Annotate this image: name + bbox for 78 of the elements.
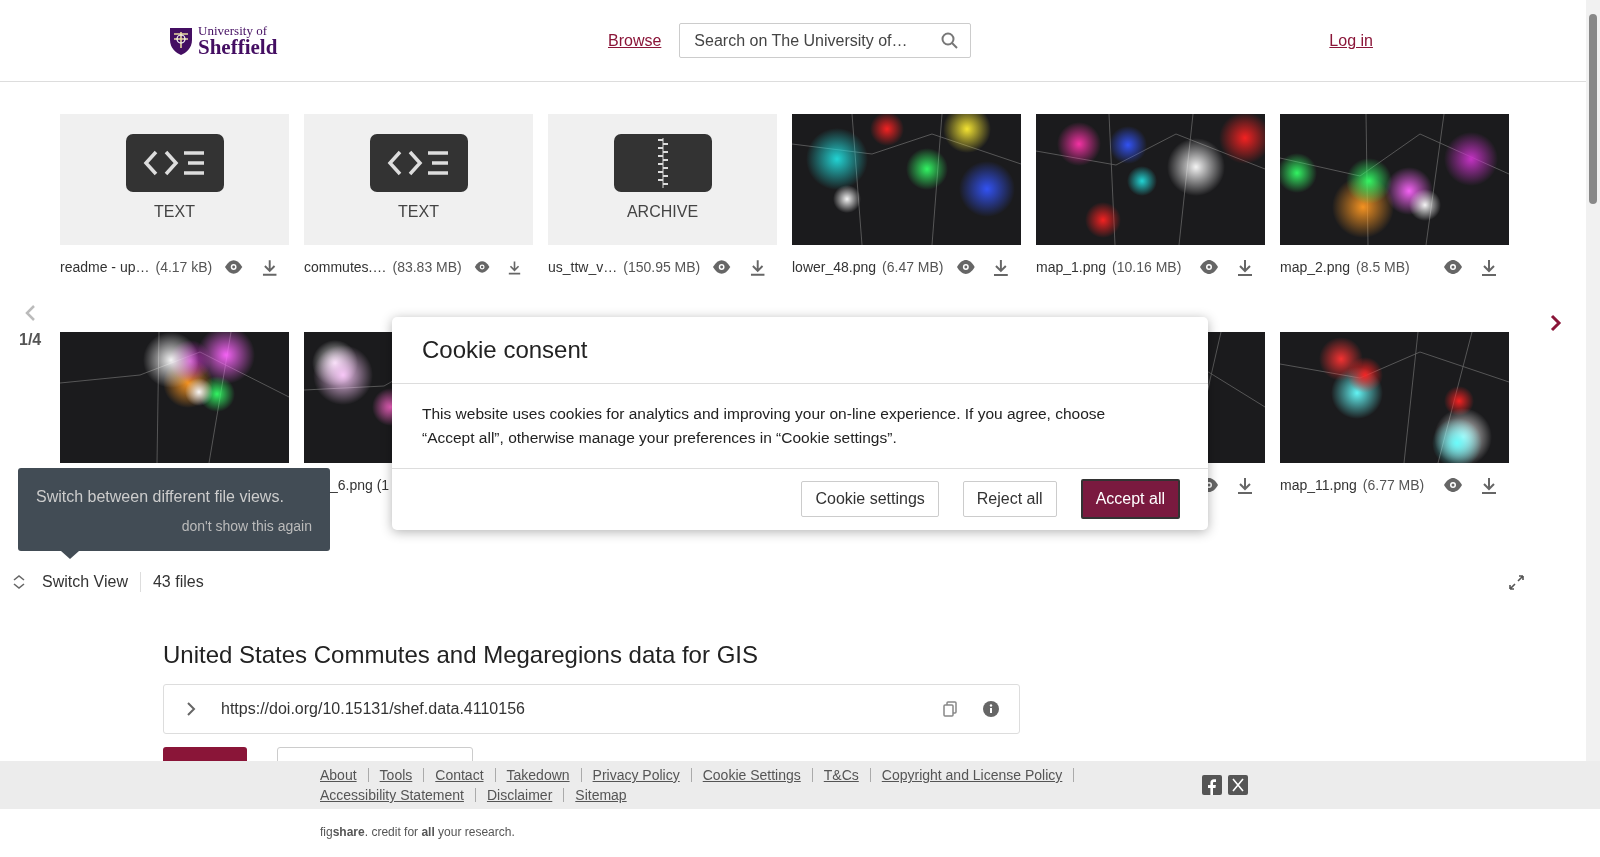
- download-icon[interactable]: [993, 258, 1009, 276]
- download-icon[interactable]: [1481, 258, 1497, 276]
- footer-link[interactable]: Cookie Settings: [702, 767, 801, 783]
- file-name[interactable]: map_2.png: [1280, 259, 1351, 275]
- file-type-label: TEXT: [154, 203, 195, 221]
- switch-icon: [12, 574, 26, 590]
- dialog-button[interactable]: Reject all: [962, 481, 1057, 517]
- file-size: (10.16 MB): [1112, 259, 1182, 275]
- info-icon[interactable]: [983, 701, 999, 717]
- eye-icon[interactable]: [712, 259, 732, 275]
- page-indicator: 1/4: [19, 331, 42, 349]
- x-icon[interactable]: [1228, 775, 1248, 795]
- dialog-title: Cookie consent: [422, 336, 588, 364]
- file-name[interactable]: commutes.…: [304, 259, 387, 275]
- zip-file-icon: [613, 134, 712, 192]
- download-icon[interactable]: [508, 258, 521, 276]
- footer-link[interactable]: Sitemap: [575, 787, 627, 803]
- file-type-label: TEXT: [398, 203, 439, 221]
- tooltip-text: Switch between different file views.: [36, 488, 285, 506]
- scrollbar-thumb[interactable]: [1589, 14, 1597, 204]
- footer-link[interactable]: Accessibility Statement: [320, 787, 464, 803]
- download-icon[interactable]: [749, 258, 765, 276]
- dialog-button[interactable]: Accept all: [1080, 479, 1180, 519]
- file-size: (6.77 MB): [1362, 477, 1425, 493]
- browse-link[interactable]: Browse: [608, 31, 662, 50]
- dismiss-link[interactable]: don't show this again: [36, 518, 312, 534]
- file-count: 43 files: [152, 573, 204, 591]
- eye-icon[interactable]: [1443, 477, 1463, 493]
- footer-link[interactable]: T&Cs: [823, 767, 859, 783]
- logo-text: University of: [198, 23, 267, 37]
- logo-text: Sheffield: [198, 36, 278, 58]
- download-icon[interactable]: [1237, 258, 1253, 276]
- footer-link[interactable]: Contact: [435, 767, 484, 783]
- fullscreen-icon[interactable]: [1509, 574, 1524, 590]
- file-name[interactable]: readme - up…: [60, 259, 150, 275]
- footer-link[interactable]: Disclaimer: [486, 787, 553, 803]
- facebook-icon[interactable]: [1202, 775, 1222, 795]
- eye-icon[interactable]: [473, 259, 490, 275]
- file-size: (8.5 MB): [1356, 259, 1410, 275]
- file-name[interactable]: us_ttw_v…: [548, 259, 618, 275]
- chevron-icon[interactable]: [186, 701, 196, 717]
- footer-link[interactable]: About: [320, 767, 357, 783]
- file-type-label: ARCHIVE: [626, 203, 699, 221]
- download-icon[interactable]: [261, 258, 277, 276]
- eye-icon[interactable]: [224, 259, 244, 275]
- file-preview[interactable]: ARCHIVE: [548, 114, 777, 245]
- code-file-icon: [125, 134, 224, 192]
- search-field[interactable]: Search on The University of…: [679, 23, 972, 58]
- footer-link[interactable]: Takedown: [506, 767, 570, 783]
- file-size: (150.95 MB): [623, 259, 701, 275]
- file-name[interactable]: map_11.png: [1280, 477, 1357, 493]
- eye-icon[interactable]: [1443, 259, 1463, 275]
- doi-link[interactable]: https://doi.org/10.15131/shef.data.4110156: [221, 700, 525, 718]
- search-icon[interactable]: [941, 32, 959, 49]
- file-preview[interactable]: TEXT: [60, 114, 289, 245]
- download-icon[interactable]: [1237, 476, 1253, 494]
- login-link[interactable]: Log in: [1329, 31, 1373, 50]
- file-name[interactable]: lower_48.png: [792, 259, 877, 275]
- eye-icon[interactable]: [955, 259, 976, 275]
- file-name[interactable]: map_1.png: [1036, 259, 1107, 275]
- code-file-icon: [369, 134, 468, 192]
- tagline: figshare. credit for all your research.: [320, 825, 515, 839]
- eye-icon[interactable]: [1199, 259, 1219, 275]
- switch-view-button[interactable]: Switch View: [12, 573, 128, 591]
- dialog-button[interactable]: Cookie settings: [801, 481, 939, 517]
- dialog-text: This website uses cookies for analytics and improving your on-line experience. If you agree, choose “Accept all”, otherwise manage your preferences in “Cookie settings”.: [422, 404, 1107, 448]
- copy-icon[interactable]: [943, 701, 958, 717]
- file-preview[interactable]: TEXT: [304, 114, 533, 245]
- file-size: (83.83 MB): [392, 259, 462, 275]
- scrollbar[interactable]: [1586, 0, 1600, 761]
- footer-link[interactable]: Tools: [379, 767, 413, 783]
- download-icon[interactable]: [1481, 476, 1497, 494]
- item-title: United States Commutes and Megaregions data for GIS: [163, 641, 759, 669]
- file-size: (4.17 kB): [155, 259, 213, 275]
- file-name[interactable]: _6.png (1: [330, 477, 390, 493]
- footer-link[interactable]: Copyright and License Policy: [881, 767, 1063, 783]
- file-size: (6.47 MB): [882, 259, 944, 275]
- footer-link[interactable]: Privacy Policy: [592, 767, 680, 783]
